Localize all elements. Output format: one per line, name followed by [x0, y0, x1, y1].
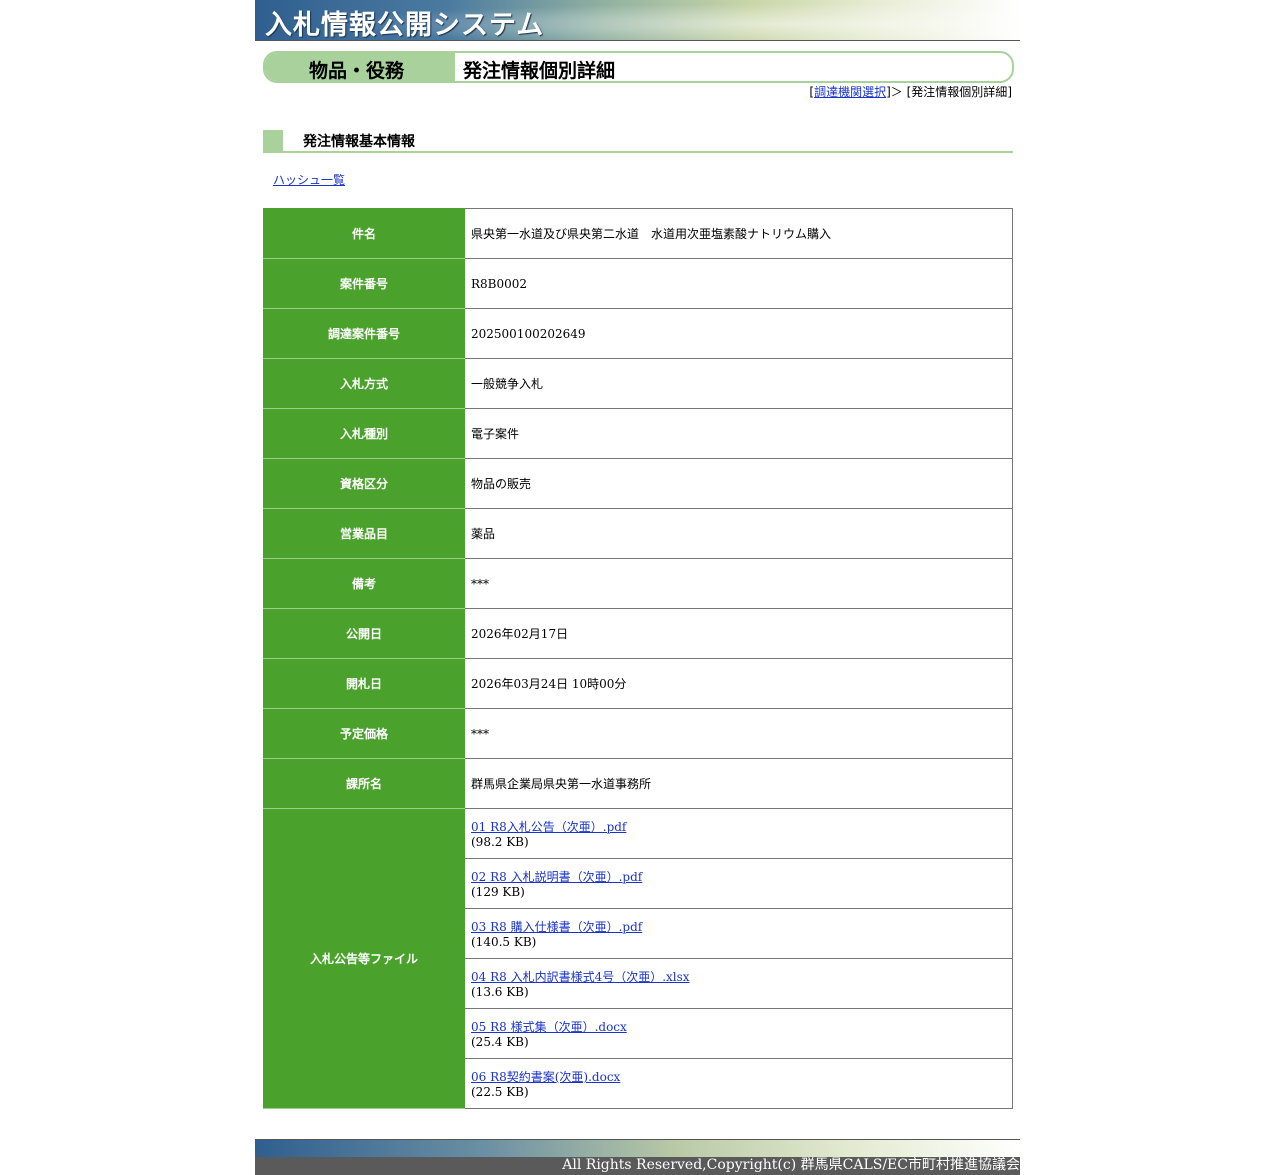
row-value-department: 群馬県企業局県央第一水道事務所	[464, 758, 1013, 809]
table-row: 営業品目 薬品	[263, 508, 1013, 559]
table-row: 入札公告等ファイル 01 R8入札公告（次亜）.pdf (98.2 KB)	[263, 808, 1013, 1109]
row-label-remarks: 備考	[263, 558, 465, 609]
file-cell: 05 R8 様式集（次亜）.docx (25.4 KB)	[464, 1008, 1013, 1059]
file-link[interactable]: 03 R8 購入仕様書（次亜）.pdf	[471, 918, 1012, 935]
table-row: 案件番号 R8B0002	[263, 258, 1013, 309]
file-cell: 02 R8 入札説明書（次亜）.pdf (129 KB)	[464, 858, 1013, 909]
file-size: (13.6 KB)	[471, 985, 529, 999]
row-value-opening-date: 2026年03月24日 10時00分	[464, 658, 1013, 709]
section-marker	[263, 130, 283, 151]
file-size: (140.5 KB)	[471, 935, 537, 949]
table-row: 予定価格 ***	[263, 708, 1013, 759]
table-row: 調達案件番号 202500100202649	[263, 308, 1013, 359]
row-label-procurement-number: 調達案件番号	[263, 308, 465, 359]
category-bar: 物品・役務 発注情報個別詳細	[263, 51, 1014, 83]
row-value-bid-type: 電子案件	[464, 408, 1013, 459]
table-row: 課所名 群馬県企業局県央第一水道事務所	[263, 758, 1013, 809]
page: 入札情報公開システム 物品・役務 発注情報個別詳細 [調達機関選択]＞ [発注情…	[0, 0, 1280, 1175]
row-label-case-number: 案件番号	[263, 258, 465, 309]
system-title: 入札情報公開システム	[265, 10, 545, 41]
table-row: 入札方式 一般競争入札	[263, 358, 1013, 409]
file-size: (25.4 KB)	[471, 1035, 529, 1049]
breadcrumb-close-bracket: ]	[1007, 85, 1012, 99]
row-value-qualification: 物品の販売	[464, 458, 1013, 509]
hash-list-link[interactable]: ハッシュ一覧	[273, 171, 345, 188]
row-label-estimated-price: 予定価格	[263, 708, 465, 759]
row-label-qualification: 資格区分	[263, 458, 465, 509]
table-row: 資格区分 物品の販売	[263, 458, 1013, 509]
detail-table: 件名 県央第一水道及び県央第二水道 水道用次亜塩素酸ナトリウム購入 案件番号 R…	[263, 208, 1013, 1109]
file-cell: 06 R8契約書案(次亜).docx (22.5 KB)	[464, 1058, 1013, 1109]
table-row: 件名 県央第一水道及び県央第二水道 水道用次亜塩素酸ナトリウム購入	[263, 208, 1013, 259]
row-label-business-item: 営業品目	[263, 508, 465, 559]
file-cell: 04 R8 入札内訳書様式4号（次亜）.xlsx (13.6 KB)	[464, 958, 1013, 1009]
file-size: (22.5 KB)	[471, 1085, 529, 1099]
table-row: 公開日 2026年02月17日	[263, 608, 1013, 659]
row-label-opening-date: 開札日	[263, 658, 465, 709]
breadcrumb-current: 発注情報個別詳細	[911, 85, 1008, 99]
table-row: 開札日 2026年03月24日 10時00分	[263, 658, 1013, 709]
section-title: 発注情報基本情報	[303, 134, 415, 150]
row-label-department: 課所名	[263, 758, 465, 809]
table-row: 入札種別 電子案件	[263, 408, 1013, 459]
row-value-business-item: 薬品	[464, 508, 1013, 559]
file-link[interactable]: 02 R8 入札説明書（次亜）.pdf	[471, 868, 1012, 885]
copyright-text: All Rights Reserved,Copyright(c) 群馬県CALS…	[562, 1157, 1020, 1173]
row-value-estimated-price: ***	[464, 708, 1013, 759]
breadcrumb-separator: ]＞ [	[886, 85, 912, 99]
page-title: 発注情報個別詳細	[463, 60, 616, 82]
row-value-bid-method: 一般競争入札	[464, 358, 1013, 409]
file-cell: 01 R8入札公告（次亜）.pdf (98.2 KB)	[464, 808, 1013, 859]
file-link[interactable]: 06 R8契約書案(次亜).docx	[471, 1068, 1012, 1085]
breadcrumb-link-procurement-agency[interactable]: 調達機関選択	[814, 85, 886, 99]
category-label: 物品・役務	[309, 60, 405, 82]
row-label-bid-type: 入札種別	[263, 408, 465, 459]
breadcrumb: [調達機関選択]＞ [発注情報個別詳細]	[809, 83, 1012, 100]
table-row: 備考 ***	[263, 558, 1013, 609]
row-value-remarks: ***	[464, 558, 1013, 609]
row-label-bid-method: 入札方式	[263, 358, 465, 409]
file-size: (98.2 KB)	[471, 835, 529, 849]
footer-banner: All Rights Reserved,Copyright(c) 群馬県CALS…	[255, 1139, 1020, 1175]
row-label-publish-date: 公開日	[263, 608, 465, 659]
file-size: (129 KB)	[471, 885, 525, 899]
row-value-procurement-number: 202500100202649	[464, 308, 1013, 359]
row-label-files: 入札公告等ファイル	[263, 808, 465, 1109]
file-cell: 03 R8 購入仕様書（次亜）.pdf (140.5 KB)	[464, 908, 1013, 959]
section-heading: 発注情報基本情報	[263, 130, 1013, 153]
file-link[interactable]: 01 R8入札公告（次亜）.pdf	[471, 818, 1012, 835]
row-value-publish-date: 2026年02月17日	[464, 608, 1013, 659]
file-link[interactable]: 05 R8 様式集（次亜）.docx	[471, 1018, 1012, 1035]
row-value-case-number: R8B0002	[464, 258, 1013, 309]
row-label-subject: 件名	[263, 208, 465, 259]
row-value-subject: 県央第一水道及び県央第二水道 水道用次亜塩素酸ナトリウム購入	[464, 208, 1013, 259]
file-link[interactable]: 04 R8 入札内訳書様式4号（次亜）.xlsx	[471, 968, 1012, 985]
header-banner: 入札情報公開システム	[255, 0, 1020, 41]
